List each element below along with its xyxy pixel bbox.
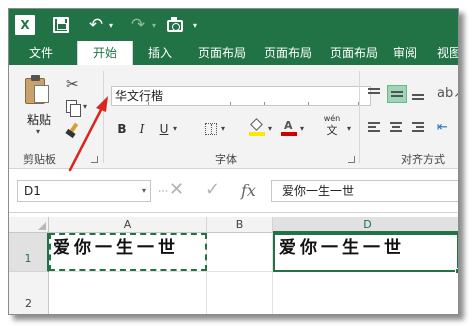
- select-all-button[interactable]: [9, 217, 49, 233]
- worksheet-grid: A B D 1 2 爱你一生一世 爱你一生一世: [9, 213, 458, 314]
- clipboard-group-label: 剪贴板: [23, 153, 56, 166]
- font-launcher-icon[interactable]: [348, 156, 355, 163]
- tab-home[interactable]: 开始: [77, 41, 133, 67]
- camera-icon[interactable]: [167, 17, 183, 32]
- cell-b1[interactable]: [207, 233, 273, 272]
- redo-icon[interactable]: ↷: [129, 14, 147, 36]
- cell-d2[interactable]: [273, 272, 458, 314]
- fill-color-icon[interactable]: [249, 118, 265, 136]
- ribbon: 粘贴 ▾ ✂ ▾ 剪贴板 华文行楷 B I U ▾ ▾ ▾ A ▾ wén 文 …: [9, 65, 458, 169]
- border-dropdown-icon[interactable]: ▾: [221, 120, 225, 138]
- copy-dropdown-icon[interactable]: ▾: [83, 102, 87, 111]
- customize-toolbar-icon[interactable]: ▾: [191, 14, 199, 36]
- undo-icon[interactable]: ↶: [87, 14, 105, 36]
- formula-bar-grip-icon[interactable]: ⋮: [157, 186, 168, 195]
- alignment-group-label: 对齐方式: [401, 153, 445, 166]
- decrease-indent-icon[interactable]: ⇤: [437, 120, 448, 135]
- align-bottom-button[interactable]: [409, 85, 429, 103]
- tab-page-layout-2[interactable]: 页面布局: [259, 41, 317, 65]
- cell-a2[interactable]: [49, 272, 207, 314]
- redo-dropdown-icon[interactable]: ▾: [150, 14, 158, 36]
- excel-logo-icon: X: [15, 15, 35, 35]
- align-center-button[interactable]: [387, 119, 407, 137]
- name-box-value: D1: [24, 184, 41, 198]
- tab-view[interactable]: 视图: [429, 41, 458, 65]
- font-name-input[interactable]: 华文行楷: [111, 86, 371, 106]
- insert-function-icon[interactable]: fx: [241, 181, 256, 200]
- group-divider: [103, 71, 104, 163]
- enter-icon[interactable]: ✓: [205, 179, 220, 200]
- border-icon[interactable]: [205, 123, 217, 135]
- column-header-d[interactable]: D: [273, 217, 458, 233]
- align-top-button[interactable]: [365, 85, 385, 103]
- phonetic-char: 文: [326, 124, 338, 137]
- fill-handle[interactable]: [455, 268, 458, 274]
- tab-insert[interactable]: 插入: [137, 41, 183, 65]
- bold-button[interactable]: B: [115, 120, 129, 138]
- phonetic-pinyin: wén: [323, 114, 341, 123]
- fill-color-dropdown-icon[interactable]: ▾: [268, 120, 272, 138]
- underline-dropdown-icon[interactable]: ▾: [173, 120, 177, 138]
- excel-window: X ↶ ▾ ↷ ▾ ▾ 文件 开始 插入 页面布局 页面布局 页面布局 审阅 视…: [8, 8, 459, 315]
- font-group-label: 字体: [215, 153, 237, 166]
- align-left-button[interactable]: [365, 119, 385, 137]
- name-box-dropdown-icon[interactable]: ▾: [142, 181, 146, 201]
- row-header-2[interactable]: 2: [9, 272, 49, 314]
- clipboard-launcher-icon[interactable]: [91, 156, 98, 163]
- italic-button[interactable]: I: [135, 120, 149, 138]
- paste-button[interactable]: 粘贴: [27, 111, 51, 128]
- column-header-b[interactable]: B: [207, 217, 273, 233]
- tab-file[interactable]: 文件: [9, 41, 73, 65]
- column-header-a[interactable]: A: [49, 217, 207, 233]
- cut-icon[interactable]: ✂: [66, 75, 79, 93]
- orientation-icon[interactable]: ab↗: [437, 86, 458, 101]
- cell-b2[interactable]: [207, 272, 273, 314]
- active-cell-border: [273, 233, 458, 274]
- cancel-icon[interactable]: ✕: [169, 179, 184, 200]
- tab-page-layout[interactable]: 页面布局: [193, 41, 251, 65]
- tab-page-layout-3[interactable]: 页面布局: [325, 41, 383, 65]
- copy-marquee: [49, 233, 207, 271]
- paste-icon[interactable]: [25, 75, 51, 105]
- font-color-icon[interactable]: A: [281, 119, 297, 136]
- save-icon[interactable]: [53, 17, 69, 33]
- paste-dropdown-icon[interactable]: ▾: [36, 127, 40, 136]
- font-color-dropdown-icon[interactable]: ▾: [300, 120, 304, 138]
- title-bar: X ↶ ▾ ↷ ▾ ▾: [9, 9, 458, 41]
- ribbon-tab-bar: 文件 开始 插入 页面布局 页面布局 页面布局 审阅 视图: [9, 41, 458, 67]
- formula-bar: D1 ▾ ⋮ ✕ ✓ fx 爱你一生一世: [9, 169, 458, 213]
- copy-icon[interactable]: [66, 100, 81, 117]
- align-middle-button[interactable]: [387, 85, 407, 103]
- name-box[interactable]: D1 ▾: [17, 180, 151, 202]
- format-painter-icon[interactable]: [65, 122, 84, 139]
- tab-review[interactable]: 审阅: [385, 41, 425, 65]
- formula-input[interactable]: 爱你一生一世: [271, 180, 458, 202]
- undo-dropdown-icon[interactable]: ▾: [107, 14, 115, 36]
- group-divider: [359, 71, 360, 163]
- underline-button[interactable]: U: [157, 120, 171, 138]
- align-right-button[interactable]: [409, 119, 429, 137]
- phonetic-dropdown-icon[interactable]: ▾: [347, 120, 351, 138]
- phonetic-icon[interactable]: wén 文: [319, 114, 345, 140]
- row-header-1[interactable]: 1: [9, 233, 49, 272]
